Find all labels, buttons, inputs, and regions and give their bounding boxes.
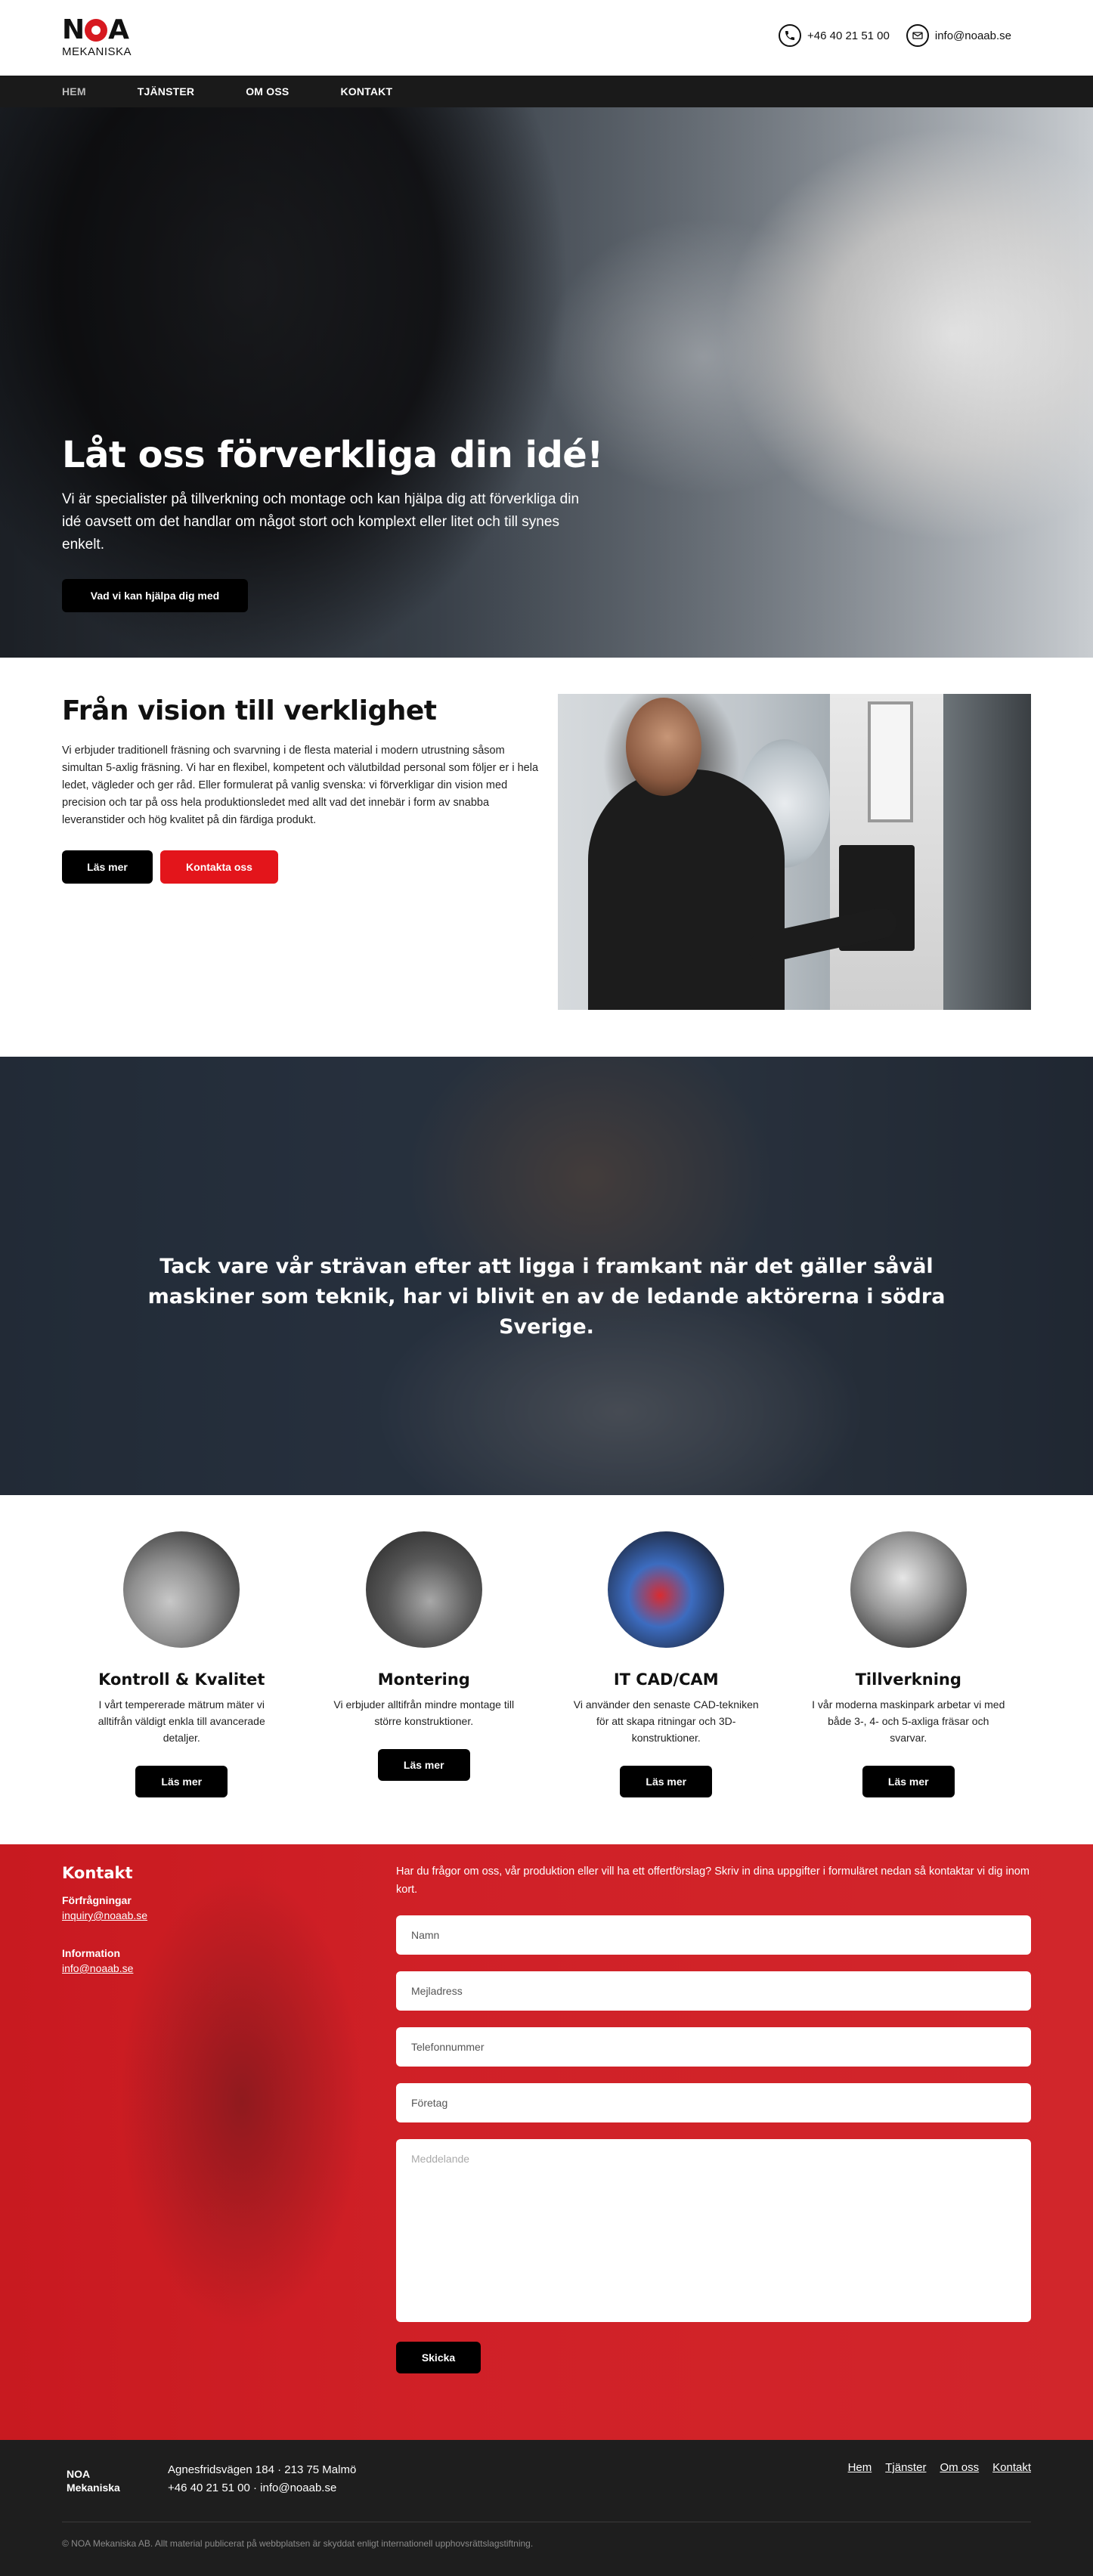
email-field[interactable]	[396, 1971, 1031, 2011]
inquiries-label: Förfrågningar	[62, 1894, 132, 1906]
header-phone-text: +46 40 21 51 00	[807, 29, 890, 42]
name-field[interactable]	[396, 1915, 1031, 1955]
header-email-text: info@noaab.se	[934, 29, 1011, 42]
service-image	[123, 1531, 240, 1648]
banner-quote: Tack vare vår strävan efter att ligga i …	[147, 1255, 946, 1339]
footer-logo[interactable]: NOA Mekaniska	[67, 2467, 120, 2494]
footer-link-tjanster[interactable]: Tjänster	[885, 2461, 926, 2474]
information-label: Information	[62, 1947, 120, 1959]
footer-address: Agnesfridsvägen 184 · 213 75 Malmö	[168, 2463, 357, 2476]
logo[interactable]: NA MEKANISKA	[62, 17, 145, 60]
hero-content: Låt oss förverkliga din idé! Vi är speci…	[62, 432, 606, 612]
contact-info: Kontakt Förfrågningar inquiry@noaab.se I…	[62, 1864, 334, 1974]
service-read-more-button[interactable]: Läs mer	[135, 1766, 228, 1797]
header-phone[interactable]: +46 40 21 51 00	[779, 24, 890, 47]
logo-subtitle: MEKANISKA	[62, 45, 132, 58]
service-read-more-button[interactable]: Läs mer	[620, 1766, 713, 1797]
services-section: Kontroll & Kvalitet I vårt tempererade m…	[0, 1495, 1093, 1844]
service-image	[850, 1531, 967, 1648]
phone-icon	[779, 24, 801, 47]
footer-logo-line-1: NOA	[67, 2468, 91, 2480]
contact-us-button[interactable]: Kontakta oss	[160, 850, 278, 884]
contact-intro: Har du frågor om oss, vår produktion ell…	[396, 1865, 1030, 1896]
service-text: Vi använder den senaste CAD-tekniken för…	[573, 1698, 759, 1744]
message-field[interactable]	[396, 2139, 1031, 2322]
vision-photo	[558, 694, 1031, 1010]
service-text: Vi erbjuder alltifrån mindre montage til…	[333, 1698, 515, 1727]
hero-cta-button[interactable]: Vad vi kan hjälpa dig med	[62, 579, 248, 612]
footer-copyright: © NOA Mekaniska AB. Allt material public…	[62, 2538, 534, 2549]
submit-button[interactable]: Skicka	[396, 2342, 481, 2373]
footer-link-hem[interactable]: Hem	[848, 2461, 872, 2474]
site-footer: NOA Mekaniska Agnesfridsvägen 184 · 213 …	[0, 2440, 1093, 2576]
quote-banner: Tack vare vår strävan efter att ligga i …	[0, 1057, 1093, 1495]
service-card: Tillverkning I vår moderna maskinpark ar…	[789, 1531, 1029, 1844]
service-card: Montering Vi erbjuder alltifrån mindre m…	[305, 1531, 544, 1844]
service-title: Montering	[377, 1670, 470, 1689]
site-header: NA MEKANISKA +46 40 21 51 00 info@noaab.…	[0, 0, 1093, 76]
nav-item-om-oss[interactable]: OM OSS	[246, 85, 289, 98]
service-title: Tillverkning	[855, 1670, 961, 1689]
header-email[interactable]: info@noaab.se	[906, 24, 1011, 47]
hero: Låt oss förverkliga din idé! Vi är speci…	[0, 107, 1093, 658]
nav-item-hem[interactable]: HEM	[62, 85, 86, 98]
contact-form: Har du frågor om oss, vår produktion ell…	[396, 1862, 1031, 2373]
phone-field[interactable]	[396, 2027, 1031, 2067]
vision-buttons: Läs mer Kontakta oss	[62, 850, 538, 884]
main-nav: HEM TJÄNSTER OM OSS KONTAKT	[0, 76, 1093, 107]
vision-text: Från vision till verklighet Vi erbjuder …	[62, 694, 538, 884]
service-image	[365, 1531, 482, 1648]
logo-wordmark: NA	[62, 14, 129, 45]
service-title: IT CAD/CAM	[613, 1670, 719, 1689]
service-title: Kontroll & Kvalitet	[98, 1670, 265, 1689]
footer-link-om-oss[interactable]: Om oss	[940, 2461, 979, 2474]
service-text: I vårt tempererade mätrum mäter vi allti…	[98, 1698, 265, 1744]
vision-paragraph: Vi erbjuder traditionell fräsning och sv…	[62, 745, 539, 826]
service-read-more-button[interactable]: Läs mer	[862, 1766, 955, 1797]
nav-item-tjanster[interactable]: TJÄNSTER	[138, 85, 195, 98]
hero-text: Vi är specialister på tillverkning och m…	[62, 491, 580, 553]
company-field[interactable]	[396, 2083, 1031, 2122]
footer-contact-line: +46 40 21 51 00 · info@noaab.se	[168, 2482, 337, 2494]
footer-address-block: Agnesfridsvägen 184 · 213 75 Malmö +46 4…	[168, 2461, 356, 2497]
nav-item-kontakt[interactable]: KONTAKT	[340, 85, 392, 98]
mail-icon	[906, 24, 929, 47]
footer-nav: Hem Tjänster Om oss Kontakt	[848, 2461, 1031, 2474]
information-email-link[interactable]: info@noaab.se	[62, 1962, 334, 1974]
inquiries-email-link[interactable]: inquiry@noaab.se	[62, 1909, 334, 1921]
service-card: Kontroll & Kvalitet I vårt tempererade m…	[62, 1531, 302, 1844]
hero-title: Låt oss förverkliga din idé!	[62, 434, 603, 476]
vision-title: Från vision till verklighet	[62, 695, 437, 726]
footer-link-kontakt[interactable]: Kontakt	[992, 2461, 1031, 2474]
contact-title: Kontakt	[62, 1864, 133, 1882]
footer-logo-line-2: Mekaniska	[67, 2482, 120, 2494]
service-card: IT CAD/CAM Vi använder den senaste CAD-t…	[546, 1531, 786, 1844]
service-read-more-button[interactable]: Läs mer	[377, 1749, 470, 1781]
header-contacts: +46 40 21 51 00 info@noaab.se	[779, 24, 1011, 47]
service-image	[608, 1531, 725, 1648]
read-more-button[interactable]: Läs mer	[62, 850, 153, 884]
contact-section: Kontakt Förfrågningar inquiry@noaab.se I…	[0, 1844, 1093, 2440]
service-text: I vår moderna maskinpark arbetar vi med …	[812, 1698, 1005, 1744]
vision-section: Från vision till verklighet Vi erbjuder …	[0, 658, 1093, 1057]
